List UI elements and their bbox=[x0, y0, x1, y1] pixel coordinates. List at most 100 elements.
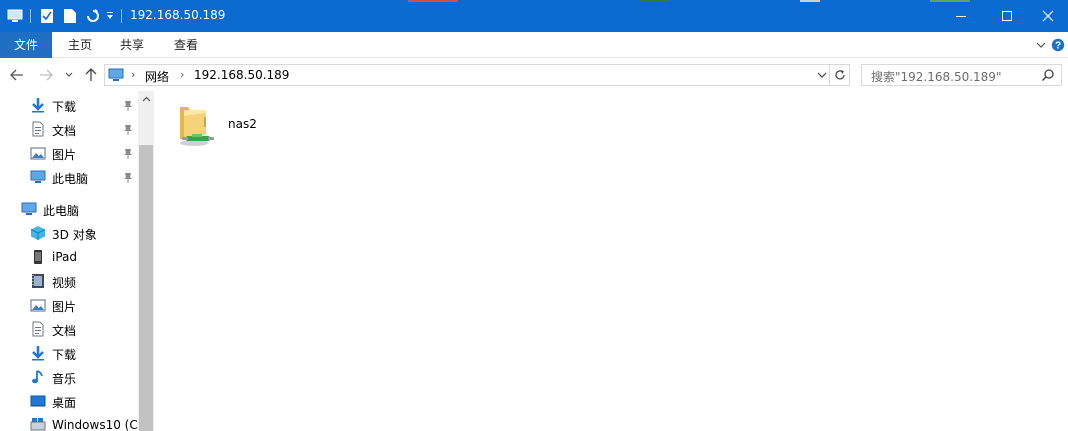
maximize-button[interactable] bbox=[982, 0, 1032, 32]
document-icon bbox=[32, 121, 44, 137]
pin-icon[interactable] bbox=[122, 123, 134, 135]
sidebar-item-documents-pinned[interactable]: 文档 bbox=[0, 118, 138, 140]
address-bar[interactable]: › 网络 › 192.168.50.189 bbox=[104, 64, 830, 86]
desktop-icon bbox=[30, 395, 46, 407]
top-strip bbox=[640, 0, 670, 2]
sidebar-item-label: Windows10 (C: bbox=[52, 418, 142, 431]
sidebar-item-label: iPad bbox=[52, 250, 78, 264]
sidebar-item-desktop[interactable]: 桌面 bbox=[0, 390, 138, 412]
sidebar-item-music[interactable]: 音乐 bbox=[0, 366, 138, 388]
forward-button[interactable] bbox=[37, 66, 55, 84]
back-arrow-icon bbox=[10, 69, 23, 81]
pin-icon[interactable] bbox=[122, 171, 134, 183]
separator bbox=[121, 9, 122, 23]
expand-ribbon-chevron-icon[interactable] bbox=[1034, 37, 1048, 53]
sidebar-item-pictures-pinned[interactable]: 图片 bbox=[0, 142, 138, 164]
item-name: nas2 bbox=[228, 117, 257, 131]
sidebar-item-videos[interactable]: 视频 bbox=[0, 270, 138, 292]
maximize-icon bbox=[1002, 11, 1012, 21]
download-icon bbox=[32, 346, 44, 361]
computer-icon bbox=[30, 170, 46, 183]
document-icon bbox=[32, 321, 44, 337]
video-icon bbox=[32, 274, 44, 288]
search-box[interactable]: 搜索"192.168.50.189" bbox=[861, 64, 1062, 86]
network-share-folder-icon bbox=[180, 107, 214, 146]
computer-icon[interactable] bbox=[6, 7, 24, 25]
recent-locations-button[interactable] bbox=[62, 66, 76, 84]
sidebar-item-3d-objects[interactable]: 3D 对象 bbox=[0, 222, 138, 244]
sidebar-item-label: 此电脑 bbox=[43, 204, 80, 218]
sidebar-item-label: 此电脑 bbox=[52, 172, 89, 186]
sidebar-item-label: 下载 bbox=[52, 100, 77, 114]
up-button[interactable] bbox=[82, 66, 100, 84]
refresh-icon bbox=[834, 70, 845, 80]
sidebar-item-this-pc-pinned[interactable]: 此电脑 bbox=[0, 166, 138, 188]
file-view: nas2 bbox=[154, 91, 1068, 431]
separator bbox=[30, 9, 31, 23]
top-strip bbox=[800, 0, 820, 2]
chevron-down-icon bbox=[65, 72, 73, 77]
sidebar-item-label: 图片 bbox=[52, 300, 77, 314]
sidebar-item-drive-c[interactable]: Windows10 (C: bbox=[0, 414, 142, 431]
navigation-bar: › 网络 › 192.168.50.189 搜索"192.168.50.189" bbox=[0, 59, 1068, 91]
tab-view[interactable]: 查看 bbox=[160, 32, 212, 58]
sidebar-item-downloads-pinned[interactable]: 下载 bbox=[0, 94, 138, 116]
close-icon bbox=[1042, 10, 1054, 22]
music-icon bbox=[32, 370, 43, 384]
undo-icon[interactable] bbox=[84, 7, 102, 25]
download-icon bbox=[32, 98, 44, 113]
forward-arrow-icon bbox=[40, 69, 53, 81]
cube-icon bbox=[30, 226, 46, 240]
sidebar-item-downloads[interactable]: 下载 bbox=[0, 342, 138, 364]
minimize-icon bbox=[956, 16, 966, 17]
network-computer-icon bbox=[108, 68, 124, 81]
tab-file[interactable]: 文件 bbox=[0, 32, 52, 58]
tab-home[interactable]: 主页 bbox=[56, 32, 104, 58]
chevron-up-icon bbox=[142, 96, 150, 102]
sidebar-item-label: 下载 bbox=[52, 348, 77, 362]
pin-icon[interactable] bbox=[122, 99, 134, 111]
sidebar-item-label: 视频 bbox=[52, 276, 77, 290]
properties-icon[interactable] bbox=[38, 7, 56, 25]
computer-icon bbox=[21, 202, 37, 215]
address-history-chevron-icon[interactable] bbox=[817, 72, 827, 80]
sidebar-item-label: 图片 bbox=[52, 148, 77, 162]
sidebar-item-ipad[interactable]: iPad bbox=[0, 246, 138, 268]
sidebar-item-label: 桌面 bbox=[52, 396, 77, 410]
breadcrumb-chevron-icon[interactable]: › bbox=[131, 68, 135, 81]
breadcrumb-host[interactable]: 192.168.50.189 bbox=[194, 68, 289, 82]
breadcrumb-network[interactable]: 网络 bbox=[145, 68, 169, 85]
top-strip bbox=[408, 0, 458, 2]
new-folder-icon[interactable] bbox=[61, 7, 79, 25]
scroll-up-button[interactable] bbox=[138, 91, 154, 107]
picture-icon bbox=[30, 147, 46, 160]
help-icon[interactable]: ? bbox=[1050, 37, 1066, 53]
picture-icon bbox=[30, 299, 46, 312]
drive-icon bbox=[30, 418, 46, 431]
sidebar-item-this-pc[interactable]: 此电脑 bbox=[0, 198, 138, 220]
window-title: 192.168.50.189 bbox=[130, 8, 226, 22]
sidebar-item-documents[interactable]: 文档 bbox=[0, 318, 138, 340]
refresh-button[interactable] bbox=[830, 64, 850, 86]
navigation-pane: 下载 文档 图片 此电脑 此电脑 3D 对象 iPad 视频 图片 文档 下载 … bbox=[0, 91, 154, 431]
sidebar-item-label: 文档 bbox=[52, 124, 77, 138]
close-button[interactable] bbox=[1028, 0, 1068, 32]
list-item-nas2[interactable]: nas2 bbox=[172, 99, 282, 151]
sidebar-item-label: 音乐 bbox=[52, 372, 77, 386]
search-input[interactable]: 搜索"192.168.50.189" bbox=[871, 68, 1001, 85]
breadcrumb-chevron-icon[interactable]: › bbox=[180, 68, 184, 81]
back-button[interactable] bbox=[8, 66, 26, 84]
tab-share[interactable]: 共享 bbox=[108, 32, 156, 58]
ribbon-tabs: 文件 主页 共享 查看 ? bbox=[0, 32, 1068, 58]
sidebar-scrollbar[interactable] bbox=[138, 91, 154, 431]
pin-icon[interactable] bbox=[122, 147, 134, 159]
title-bar: 192.168.50.189 bbox=[0, 0, 1068, 32]
sidebar-item-label: 3D 对象 bbox=[52, 228, 97, 242]
customize-toolbar-chevron-icon[interactable] bbox=[104, 7, 116, 25]
minimize-button[interactable] bbox=[936, 0, 986, 32]
scroll-thumb[interactable] bbox=[139, 145, 153, 431]
sidebar-item-label: 文档 bbox=[52, 324, 77, 338]
search-icon[interactable] bbox=[1041, 68, 1055, 82]
svg-text:?: ? bbox=[1055, 41, 1061, 52]
sidebar-item-pictures[interactable]: 图片 bbox=[0, 294, 138, 316]
